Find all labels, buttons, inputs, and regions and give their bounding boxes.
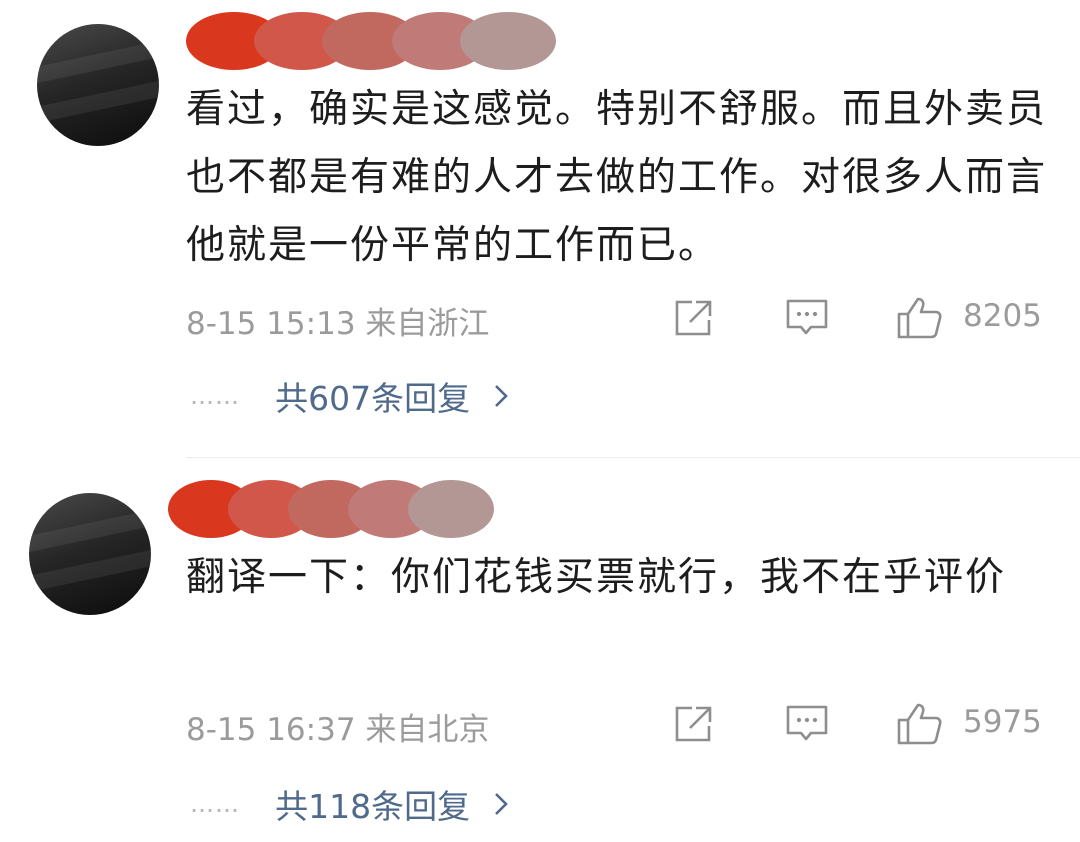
ellipsis-dots: …… <box>190 790 240 818</box>
username-redacted[interactable] <box>168 480 498 538</box>
thumbs-up-icon[interactable] <box>896 296 944 340</box>
chevron-right-icon[interactable] <box>493 383 509 409</box>
comment-meta: 8-15 15:13 来自浙江 <box>186 306 490 342</box>
comment-icon[interactable] <box>785 298 829 340</box>
comment-meta: 8-15 16:37 来自北京 <box>186 712 490 748</box>
thumbs-up-icon[interactable] <box>896 702 944 746</box>
comment-item: 翻译一下：你们花钱买票就行，我不在乎评价 8-15 16:37 来自北京 597… <box>0 458 1080 842</box>
user-avatar[interactable] <box>37 24 159 146</box>
like-count: 8205 <box>963 298 1042 334</box>
user-avatar[interactable] <box>29 493 151 615</box>
ellipsis-dots: …… <box>190 382 240 410</box>
comment-text: 看过，确实是这感觉。特别不舒服。而且外卖员也不都是有难的人才去做的工作。对很多人… <box>186 87 1048 268</box>
like-count: 5975 <box>963 704 1042 740</box>
view-replies-link[interactable]: 共607条回复 <box>275 379 470 418</box>
view-replies-link[interactable]: 共118条回复 <box>275 787 470 826</box>
comment-item: 看过，确实是这感觉。特别不舒服。而且外卖员也不都是有难的人才去做的工作。对很多人… <box>0 0 1080 457</box>
reply-row: …… 共118条回复 <box>190 780 509 828</box>
username-redacted[interactable] <box>186 12 556 70</box>
share-icon[interactable] <box>672 704 716 744</box>
comment-icon[interactable] <box>785 704 829 746</box>
reply-row: …… 共607条回复 <box>190 372 509 420</box>
comment-text: 翻译一下：你们花钱买票就行，我不在乎评价 <box>186 555 1007 600</box>
share-icon[interactable] <box>672 298 716 338</box>
chevron-right-icon[interactable] <box>493 791 509 817</box>
